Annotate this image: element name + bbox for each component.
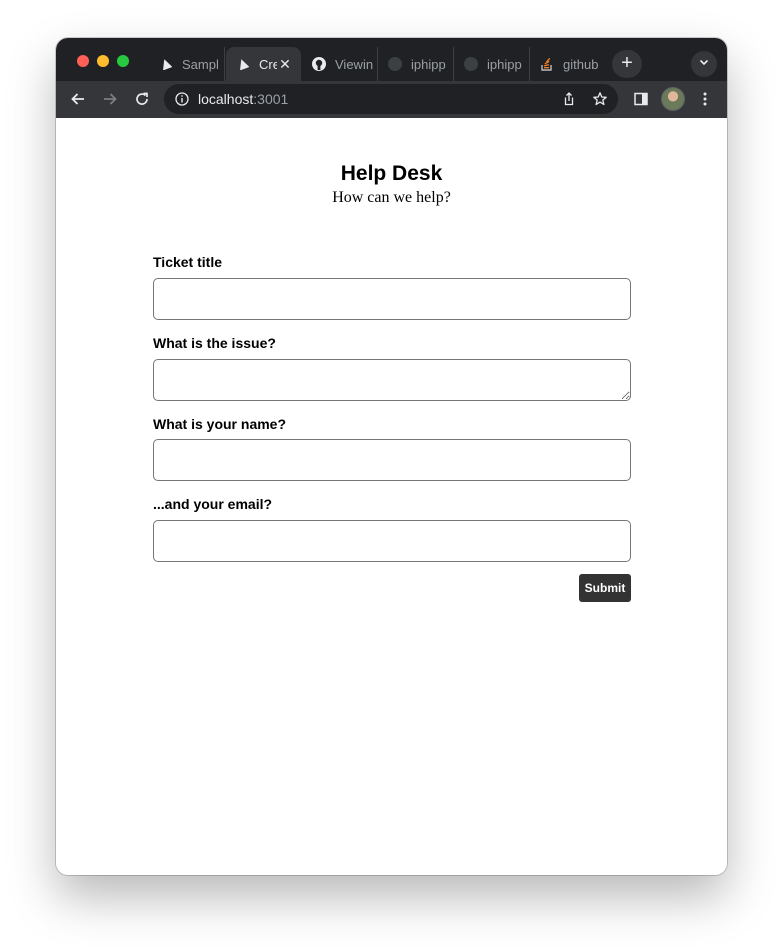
url-host: localhost	[198, 91, 254, 107]
tab-strip: Sampl Cre ✕ Viewin iphipp iphipp github …	[56, 38, 727, 81]
ticket-title-label: Ticket title	[153, 254, 222, 270]
back-button[interactable]	[68, 89, 88, 109]
chevron-down-icon	[698, 55, 710, 73]
browser-toolbar: localhost:3001	[56, 81, 727, 118]
browser-window: Sampl Cre ✕ Viewin iphipp iphipp github …	[56, 38, 727, 875]
arrow-right-icon	[104, 93, 117, 105]
tab-viewing[interactable]: Viewin	[302, 47, 378, 81]
new-tab-button[interactable]: +	[612, 50, 642, 78]
page-subtitle: How can we help?	[332, 189, 451, 206]
site-info-icon[interactable]	[174, 91, 190, 107]
issue-label: What is the issue?	[153, 335, 276, 351]
tab-iphipp-2[interactable]: iphipp	[454, 47, 530, 81]
fullscreen-window-button[interactable]	[117, 55, 129, 67]
side-panel-button[interactable]	[631, 89, 651, 109]
close-tab-icon[interactable]: ✕	[277, 56, 293, 73]
tab-create[interactable]: Cre ✕	[226, 47, 301, 81]
name-label: What is your name?	[153, 416, 287, 432]
url-port: :3001	[253, 91, 289, 107]
side-panel-icon	[634, 92, 648, 106]
ticket-title-input[interactable]	[153, 278, 631, 320]
tab-sample[interactable]: Sampl	[149, 47, 225, 81]
url-text: localhost:3001	[198, 91, 288, 107]
minimize-window-button[interactable]	[97, 55, 109, 67]
issue-textarea[interactable]	[153, 359, 631, 401]
forward-button[interactable]	[100, 89, 120, 109]
close-window-button[interactable]	[77, 55, 89, 67]
name-input[interactable]	[153, 439, 631, 481]
email-label: ...and your email?	[153, 496, 273, 512]
tab-label: Cre	[259, 56, 277, 72]
share-icon[interactable]	[561, 91, 577, 107]
tab-search-button[interactable]	[691, 51, 717, 77]
github-icon	[311, 56, 327, 72]
tab-github-stackoverflow[interactable]: github	[530, 47, 606, 81]
browser-menu-button[interactable]	[695, 89, 715, 109]
bookmark-star-icon[interactable]	[592, 91, 608, 107]
submit-button[interactable]: Submit	[579, 574, 631, 602]
page-title: Help Desk	[340, 162, 443, 185]
email-input[interactable]	[153, 520, 631, 562]
tab-label: iphipp	[411, 56, 446, 72]
arrow-left-icon	[71, 93, 84, 105]
reload-icon	[136, 92, 148, 105]
github-icon	[387, 56, 403, 72]
tab-label: Sampl	[182, 56, 219, 72]
tab-label: iphipp	[487, 56, 522, 72]
vercel-icon	[235, 56, 251, 72]
more-vertical-icon	[703, 92, 707, 106]
address-bar[interactable]: localhost:3001	[164, 84, 618, 114]
tab-label: github	[563, 56, 599, 72]
tab-iphipp-1[interactable]: iphipp	[378, 47, 454, 81]
tab-label: Viewin	[335, 56, 374, 72]
vercel-icon	[158, 56, 174, 72]
github-icon	[463, 56, 479, 72]
profile-avatar[interactable]	[662, 88, 684, 110]
page-content: Help Desk How can we help? Ticket title …	[56, 118, 727, 875]
reload-button[interactable]	[132, 89, 152, 109]
stackoverflow-icon	[539, 56, 555, 72]
